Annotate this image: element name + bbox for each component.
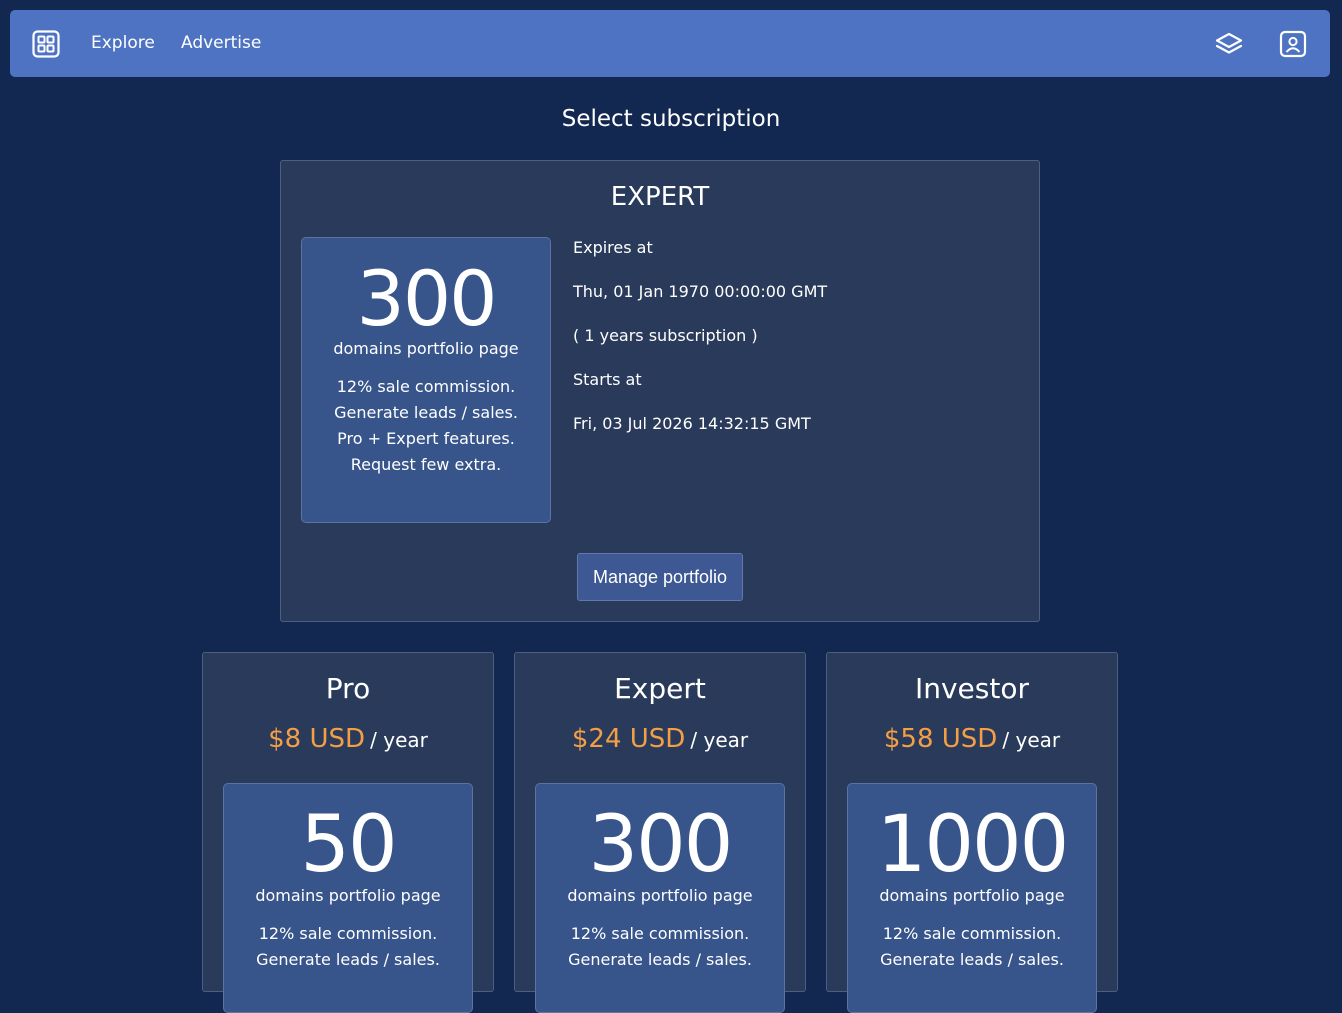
plan-price: $8 USD / year xyxy=(203,722,493,759)
plan-count-label: domains portfolio page xyxy=(255,886,441,905)
plan-feature: 12% sale commission. xyxy=(570,924,750,943)
expires-value: Thu, 01 Jan 1970 00:00:00 GMT xyxy=(573,282,828,301)
starts-value: Fri, 03 Jul 2026 14:32:15 GMT xyxy=(573,414,811,433)
manage-portfolio-button[interactable]: Manage portfolio xyxy=(577,553,743,601)
plan-count-label: domains portfolio page xyxy=(567,886,753,905)
plan-count-label: domains portfolio page xyxy=(333,339,519,358)
starts-label: Starts at xyxy=(573,370,642,389)
plan-feature-list: 12% sale commission. Generate leads / sa… xyxy=(224,921,472,973)
plan-price-amount: $24 USD xyxy=(571,724,686,754)
plan-price-period: / year xyxy=(370,728,428,752)
plan-feature: 12% sale commission. xyxy=(336,377,516,396)
grid-icon[interactable] xyxy=(32,30,60,58)
plan-domain-count: 50 xyxy=(300,800,397,890)
plan-domain-count: 1000 xyxy=(876,800,1070,890)
plan-card: 50 domains portfolio page 12% sale commi… xyxy=(223,783,473,1013)
plan-domain-count: 300 xyxy=(588,800,734,890)
plan-feature: Generate leads / sales. xyxy=(256,950,440,969)
plan-option-investor[interactable]: Investor $58 USD / year 1000 domains por… xyxy=(826,652,1118,1013)
plan-price-amount: $58 USD xyxy=(883,724,998,754)
expires-label: Expires at xyxy=(573,238,653,257)
nav-advertise-link[interactable]: Advertise xyxy=(181,32,261,54)
plan-name: Investor xyxy=(914,672,1029,705)
plan-card: 300 domains portfolio page 12% sale comm… xyxy=(535,783,785,1013)
plan-price-amount: $8 USD xyxy=(268,724,366,754)
plan-feature: 12% sale commission. xyxy=(258,924,438,943)
current-subscription-panel: EXPERT 300 domains portfolio page 12% sa… xyxy=(280,160,1040,622)
plan-domain-count: 300 xyxy=(356,254,497,343)
profile-icon[interactable] xyxy=(1278,29,1308,59)
plan-feature-list: 12% sale commission. Generate leads / sa… xyxy=(536,921,784,973)
plan-count-label: domains portfolio page xyxy=(879,886,1065,905)
plan-feature: 12% sale commission. xyxy=(882,924,1062,943)
plan-feature-list: 12% sale commission. Generate leads / sa… xyxy=(848,921,1096,973)
plan-feature-list: 12% sale commission. Generate leads / sa… xyxy=(302,374,550,478)
layers-icon[interactable] xyxy=(1214,29,1244,59)
plan-feature: Generate leads / sales. xyxy=(334,403,518,422)
current-plan-card: 300 domains portfolio page 12% sale comm… xyxy=(301,237,551,523)
plan-feature: Generate leads / sales. xyxy=(568,950,752,969)
plan-price-period: / year xyxy=(690,728,749,752)
plan-price: $58 USD / year xyxy=(827,722,1117,759)
plan-option-pro[interactable]: Pro $8 USD / year 50 domains portfolio p… xyxy=(202,652,494,1013)
plan-name: Expert xyxy=(614,672,706,705)
subscription-duration: ( 1 years subscription ) xyxy=(573,326,758,345)
plan-name: Pro xyxy=(325,672,371,705)
plan-feature: Generate leads / sales. xyxy=(880,950,1064,969)
plan-option-expert[interactable]: Expert $24 USD / year 300 domains portfo… xyxy=(514,652,806,1013)
current-tier-title: EXPERT xyxy=(610,182,710,212)
plan-feature: Request few extra. xyxy=(350,455,502,474)
plan-price-period: / year xyxy=(1002,728,1061,752)
plan-feature: Pro + Expert features. xyxy=(337,429,515,448)
nav-explore-link[interactable]: Explore xyxy=(91,32,155,54)
plan-card: 1000 domains portfolio page 12% sale com… xyxy=(847,783,1097,1013)
top-navbar: Explore Advertise xyxy=(10,10,1330,77)
page-title: Select subscription xyxy=(561,106,781,132)
plan-price: $24 USD / year xyxy=(515,722,805,759)
